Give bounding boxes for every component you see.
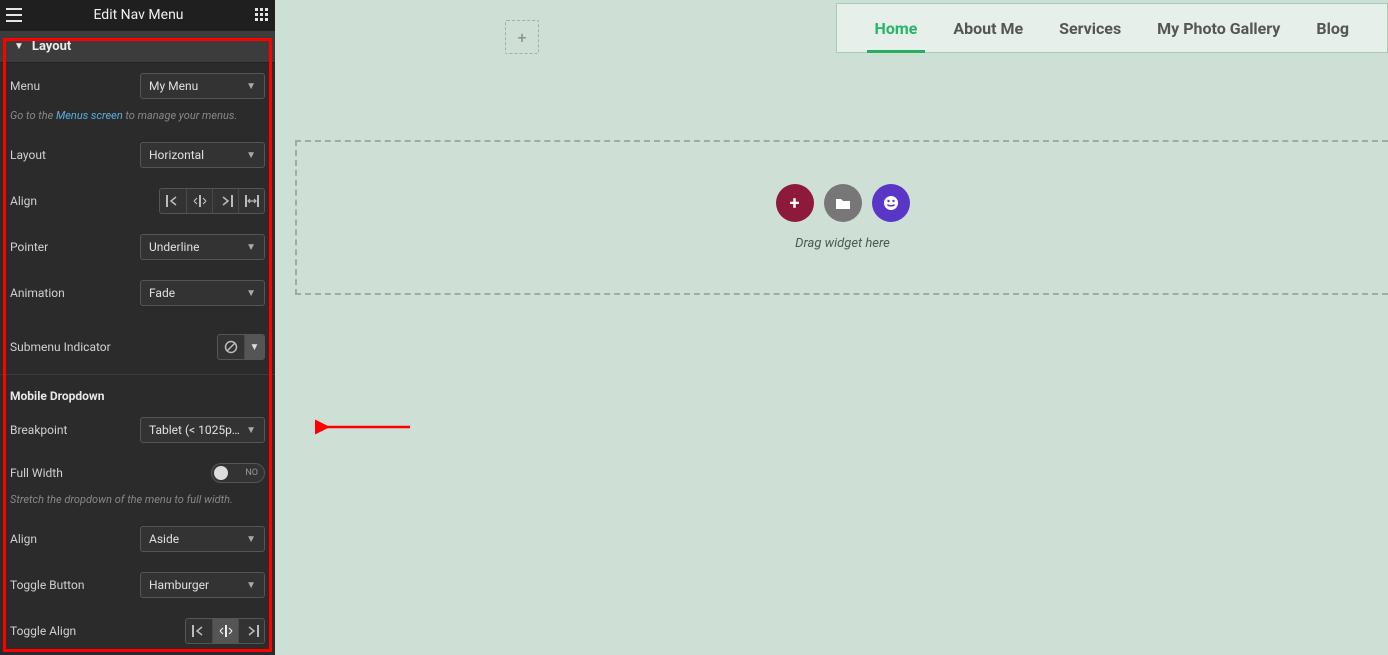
submenu-dropdown-button[interactable]: ▼ — [244, 335, 264, 359]
caret-down-icon: ▼ — [14, 41, 24, 52]
submenu-icon-select: ▼ — [217, 334, 265, 360]
toggle-button-select[interactable]: Hamburger ▼ — [140, 572, 265, 598]
menu-select-value: My Menu — [149, 79, 198, 93]
nav-item-services[interactable]: Services — [1041, 5, 1139, 52]
toggle-align-group — [185, 618, 265, 644]
mobile-section-header: Mobile Dropdown — [0, 379, 275, 407]
toggle-align-label: Toggle Align — [10, 624, 76, 638]
chevron-down-icon: ▼ — [246, 425, 256, 436]
fullwidth-toggle[interactable]: NO — [211, 463, 265, 483]
fullwidth-row: Full Width NO — [0, 453, 275, 493]
toggle-align-row: Toggle Align — [0, 608, 275, 654]
animation-row: Animation Fade ▼ — [0, 270, 275, 316]
menu-select[interactable]: My Menu ▼ — [140, 73, 265, 99]
chevron-down-icon: ▼ — [246, 534, 256, 545]
animation-label: Animation — [10, 286, 65, 300]
menu-row: Menu My Menu ▼ — [0, 63, 275, 109]
pointer-label: Pointer — [10, 240, 48, 254]
nav-menu-widget[interactable]: Home About Me Services My Photo Gallery … — [836, 3, 1388, 53]
template-button[interactable] — [824, 184, 862, 222]
sidebar-header: Edit Nav Menu — [0, 0, 275, 30]
fullwidth-help: Stretch the dropdown of the menu to full… — [0, 493, 275, 516]
layout-label: Layout — [10, 148, 46, 162]
nav-item-gallery[interactable]: My Photo Gallery — [1139, 5, 1298, 52]
toggle-align-right-button[interactable] — [238, 619, 264, 643]
align-left-button[interactable] — [160, 189, 186, 213]
breakpoint-select[interactable]: Tablet (< 1025px) ▼ — [140, 417, 265, 443]
global-widget-button[interactable] — [872, 184, 910, 222]
toggle-align-center-button[interactable] — [212, 619, 238, 643]
grid-icon[interactable] — [255, 8, 269, 22]
submenu-label: Submenu Indicator — [10, 340, 111, 354]
toggle-button-row: Toggle Button Hamburger ▼ — [0, 562, 275, 608]
pointer-select-value: Underline — [149, 240, 199, 254]
align-right-button[interactable] — [212, 189, 238, 213]
fullwidth-toggle-text: NO — [245, 468, 258, 478]
toggle-button-label: Toggle Button — [10, 578, 84, 592]
align-label: Align — [10, 194, 37, 208]
editor-canvas: + Home About Me Services My Photo Galler… — [275, 0, 1388, 655]
animation-select-value: Fade — [149, 286, 175, 300]
fullwidth-label: Full Width — [10, 466, 63, 480]
add-widget-button[interactable]: + — [776, 184, 814, 222]
dropdown-align-value: Aside — [149, 532, 179, 546]
breakpoint-label: Breakpoint — [10, 423, 67, 437]
pointer-row: Pointer Underline ▼ — [0, 224, 275, 270]
layout-row: Layout Horizontal ▼ — [0, 132, 275, 178]
nav-item-blog[interactable]: Blog — [1298, 5, 1367, 52]
align-center-button[interactable] — [186, 189, 212, 213]
annotation-arrow — [315, 415, 415, 439]
add-section-button[interactable]: + — [505, 20, 539, 54]
menus-screen-link[interactable]: Menus screen — [56, 109, 123, 122]
animation-select[interactable]: Fade ▼ — [140, 280, 265, 306]
hamburger-icon[interactable] — [6, 8, 22, 22]
breakpoint-row: Breakpoint Tablet (< 1025px) ▼ — [0, 407, 275, 453]
align-justify-button[interactable] — [238, 189, 264, 213]
dropdown-align-row: Align Aside ▼ — [0, 516, 275, 562]
dropzone-text: Drag widget here — [795, 236, 890, 251]
panel-title: Edit Nav Menu — [93, 7, 183, 23]
widget-dropzone[interactable]: + Drag widget here — [295, 140, 1388, 295]
dropdown-align-select[interactable]: Aside ▼ — [140, 526, 265, 552]
align-group — [159, 188, 265, 214]
align-row: Align — [0, 178, 275, 224]
mobile-section-label: Mobile Dropdown — [10, 389, 104, 403]
submenu-none-button[interactable] — [218, 335, 244, 359]
chevron-down-icon: ▼ — [246, 242, 256, 253]
dropzone-actions: + — [776, 184, 910, 222]
editor-sidebar: Edit Nav Menu ▼ Layout Menu My Menu ▼ Go… — [0, 0, 275, 655]
chevron-down-icon: ▼ — [246, 81, 256, 92]
dropdown-align-label: Align — [10, 532, 37, 546]
pointer-select[interactable]: Underline ▼ — [140, 234, 265, 260]
section-layout-header[interactable]: ▼ Layout — [0, 30, 275, 63]
layout-select[interactable]: Horizontal ▼ — [140, 142, 265, 168]
chevron-down-icon: ▼ — [246, 150, 256, 161]
submenu-row: Submenu Indicator ▼ — [0, 316, 275, 370]
nav-item-about[interactable]: About Me — [935, 5, 1041, 52]
toggle-knob — [214, 466, 228, 480]
menu-help: Go to the Menus screen to manage your me… — [0, 109, 275, 132]
menu-label: Menu — [10, 79, 40, 93]
nav-item-home[interactable]: Home — [857, 5, 936, 52]
toggle-align-left-button[interactable] — [186, 619, 212, 643]
breakpoint-select-value: Tablet (< 1025px) — [149, 423, 240, 437]
layout-select-value: Horizontal — [149, 148, 204, 162]
chevron-down-icon: ▼ — [246, 580, 256, 591]
toggle-button-value: Hamburger — [149, 578, 209, 592]
section-layout-label: Layout — [32, 39, 71, 54]
chevron-down-icon: ▼ — [246, 288, 256, 299]
